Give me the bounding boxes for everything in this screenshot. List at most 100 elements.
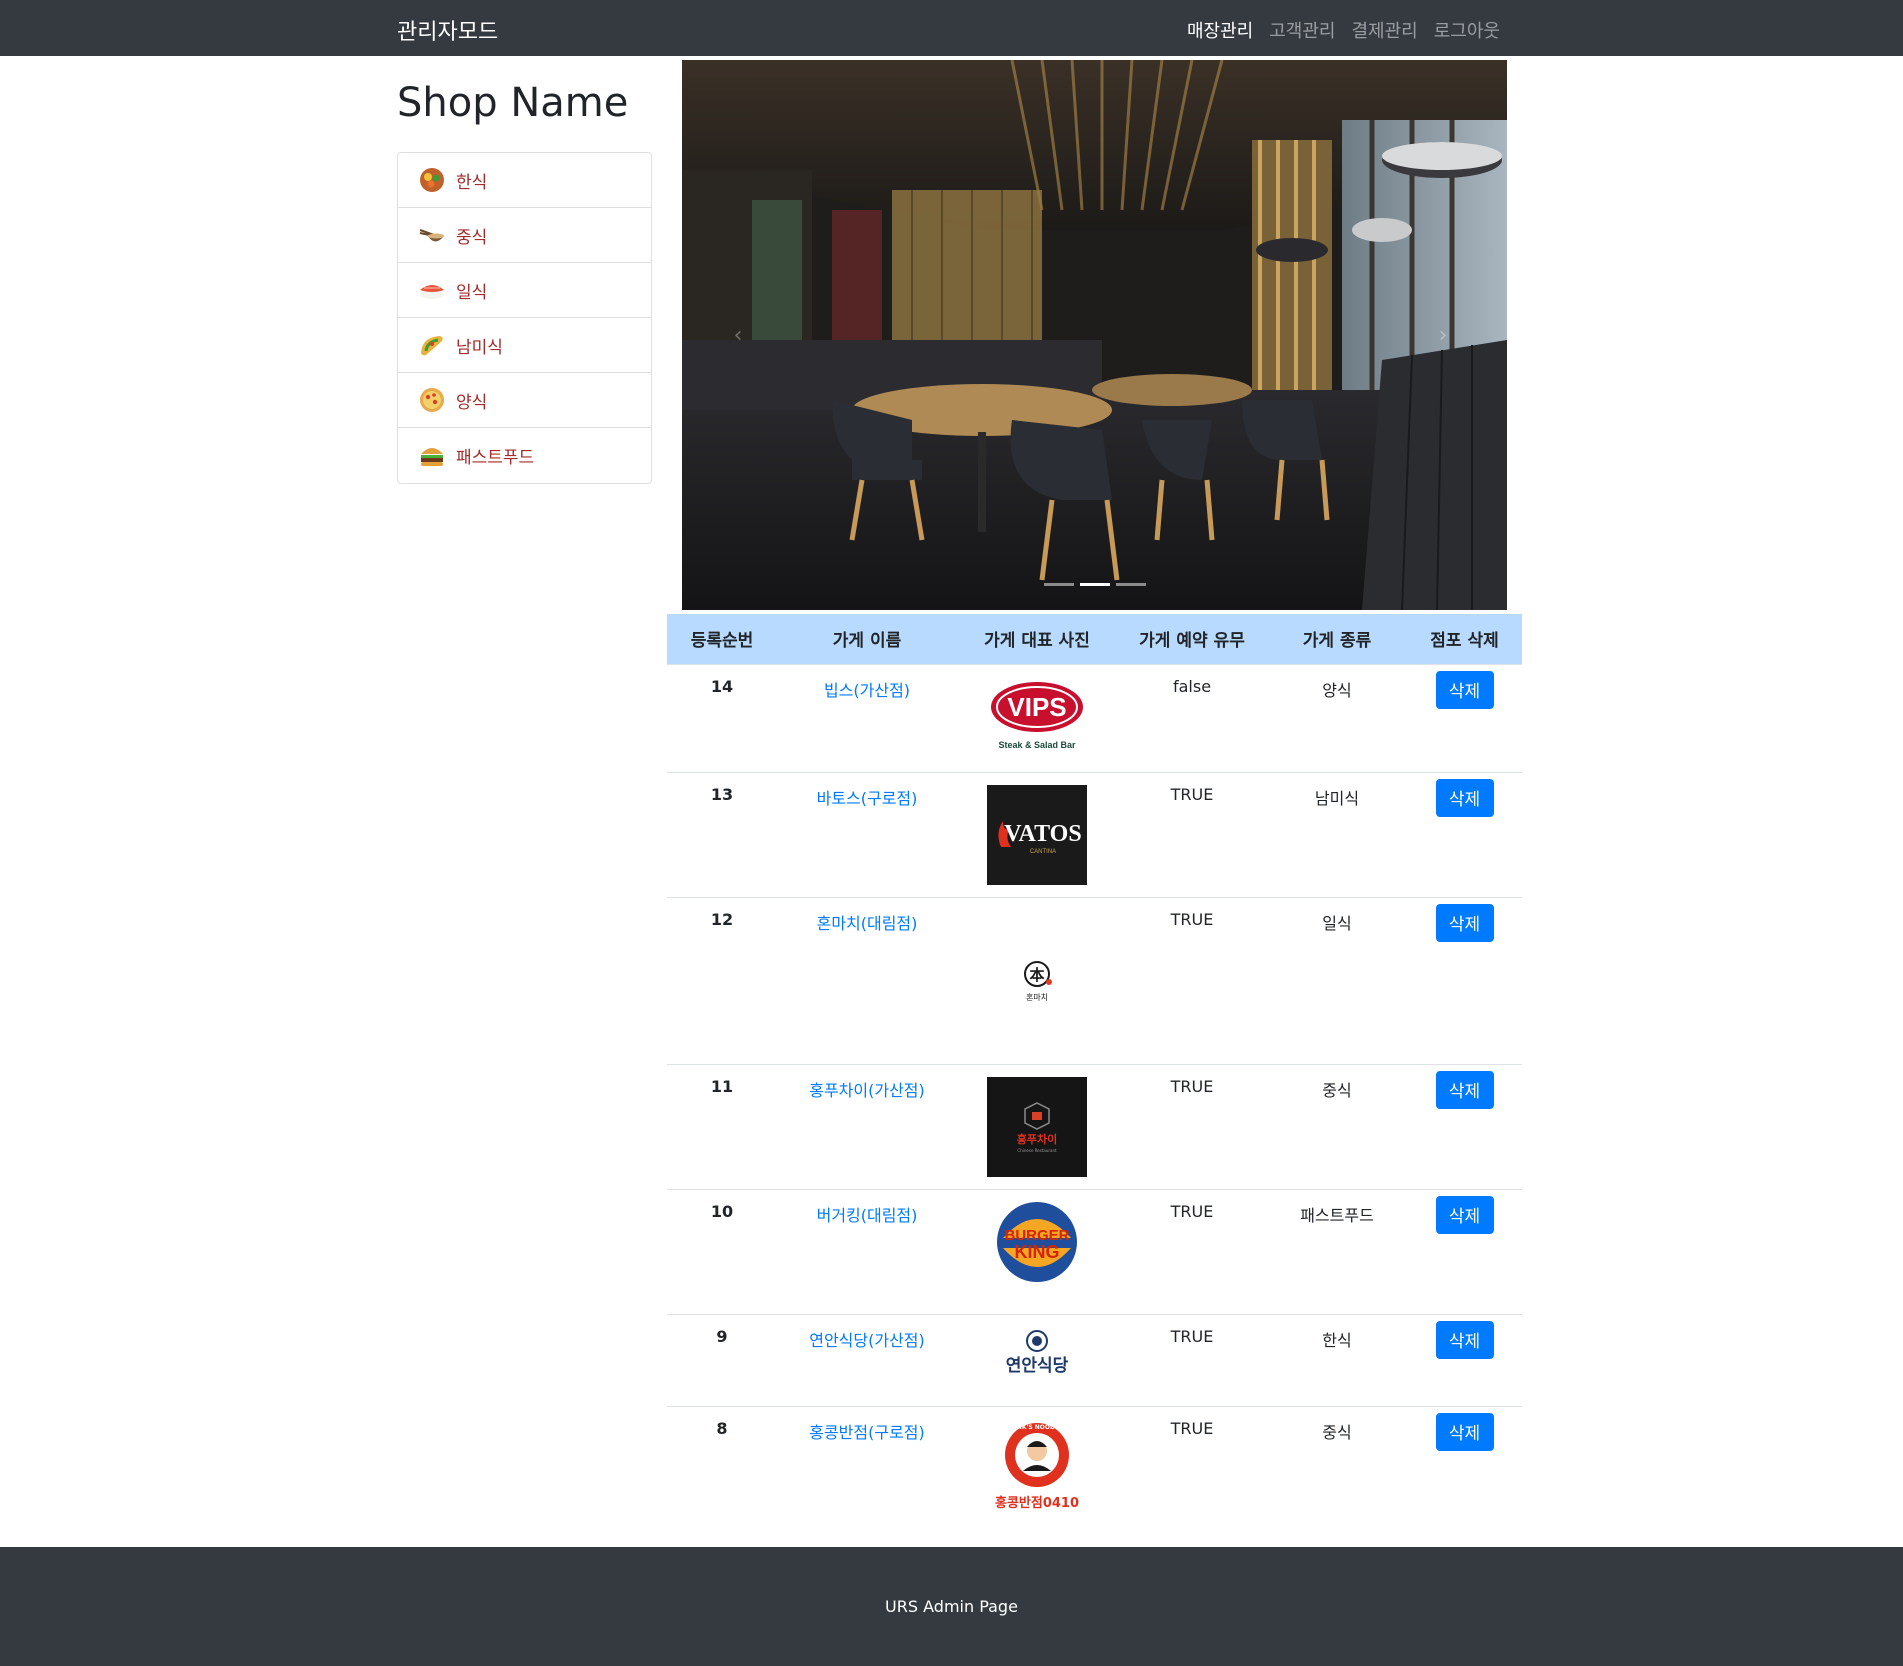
row-number: 13 — [667, 771, 777, 897]
category-item-korean[interactable]: 한식 — [398, 153, 651, 208]
footer-text: URS Admin Page — [885, 1597, 1018, 1616]
category-item-japanese[interactable]: 일식 — [398, 263, 651, 318]
svg-text:연안식당: 연안식당 — [1006, 1356, 1069, 1376]
burger-icon — [418, 442, 446, 470]
row-number: 12 — [667, 896, 777, 1064]
category-label: 중식 — [456, 227, 488, 248]
restaurant-carousel[interactable]: ‹ › — [682, 60, 1507, 610]
svg-text:VIPS: VIPS — [1007, 692, 1066, 722]
nav-link-customer[interactable]: 고객관리 — [1269, 17, 1335, 43]
store-type: 한식 — [1267, 1313, 1407, 1406]
row-number: 11 — [667, 1063, 777, 1189]
reservation-status: TRUE — [1117, 1405, 1267, 1546]
row-number: 10 — [667, 1188, 777, 1314]
yeonan-logo: 연안식당 — [987, 1327, 1087, 1387]
svg-text:혼마치: 혼마치 — [1026, 992, 1048, 1002]
store-name-link[interactable]: 홍푸차이(가산점) — [809, 1081, 925, 1100]
header-reservation: 가게 예약 유무 — [1117, 614, 1267, 664]
svg-text:Chinese Restaurant: Chinese Restaurant — [1017, 1148, 1057, 1153]
store-table-container: 등록순번 가게 이름 가게 대표 사진 가게 예약 유무 가게 종류 점포 삭제… — [667, 614, 1522, 1546]
footer: URS Admin Page — [0, 1547, 1903, 1666]
nav-link-logout[interactable]: 로그아웃 — [1434, 17, 1500, 43]
delete-button[interactable]: 삭제 — [1435, 1195, 1494, 1234]
delete-button[interactable]: 삭제 — [1435, 778, 1494, 817]
store-type: 패스트푸드 — [1267, 1188, 1407, 1314]
restaurant-interior-image — [682, 60, 1507, 610]
sushi-icon — [418, 276, 446, 304]
header-delete: 점포 삭제 — [1407, 614, 1522, 664]
vips-logo: VIPS Steak & Salad Bar — [987, 677, 1087, 757]
store-type: 중식 — [1267, 1063, 1407, 1189]
store-name-link[interactable]: 버거킹(대림점) — [817, 1206, 918, 1225]
reservation-status: TRUE — [1117, 771, 1267, 897]
header-number: 등록순번 — [667, 614, 777, 664]
row-number: 8 — [667, 1405, 777, 1546]
svg-text:KING: KING — [1015, 1242, 1060, 1262]
svg-text:Steak & Salad Bar: Steak & Salad Bar — [998, 740, 1076, 750]
pizza-icon — [418, 386, 446, 414]
honmachi-logo: 本 혼마치 — [987, 910, 1087, 1050]
store-name-link[interactable]: 빕스(가산점) — [824, 681, 910, 700]
store-name-link[interactable]: 혼마치(대림점) — [817, 914, 918, 933]
category-label: 패스트푸드 — [456, 448, 535, 468]
row-number: 14 — [667, 663, 777, 772]
category-item-latin[interactable]: 남미식 — [398, 318, 651, 373]
table-row: 14 빕스(가산점) VIPS Steak & Salad Bar false … — [667, 663, 1522, 772]
header-store-name: 가게 이름 — [777, 614, 957, 664]
hongkong-logo: PAIK'S NOODLE 홍콩반점0410 — [987, 1419, 1087, 1519]
svg-text:VATOS: VATOS — [1004, 821, 1081, 847]
category-label: 남미식 — [456, 337, 503, 358]
store-type: 일식 — [1267, 896, 1407, 1064]
carousel-next-icon[interactable]: › — [1423, 315, 1463, 355]
delete-button[interactable]: 삭제 — [1435, 1070, 1494, 1109]
nav-links: 매장관리 고객관리 결제관리 로그아웃 — [1187, 17, 1500, 43]
hongpuchai-logo: 홍푸차이 Chinese Restaurant — [987, 1076, 1087, 1177]
carousel-indicator[interactable] — [1115, 583, 1146, 586]
nav-link-payment[interactable]: 결제관리 — [1352, 17, 1418, 43]
store-name-link[interactable]: 바토스(구로점) — [817, 789, 918, 808]
table-header-row: 등록순번 가게 이름 가게 대표 사진 가게 예약 유무 가게 종류 점포 삭제 — [667, 614, 1522, 664]
table-row: 8 홍콩반점(구로점) PAIK'S NOODLE 홍콩반점0410 TRUE … — [667, 1405, 1522, 1546]
carousel-indicator-active[interactable] — [1079, 583, 1110, 586]
store-type: 양식 — [1267, 663, 1407, 772]
store-name-link[interactable]: 홍콩반점(구로점) — [809, 1423, 925, 1442]
shop-name-title: Shop Name — [397, 80, 629, 126]
store-table: 등록순번 가게 이름 가게 대표 사진 가게 예약 유무 가게 종류 점포 삭제… — [667, 614, 1522, 1546]
table-row: 12 혼마치(대림점) 本 혼마치 TRUE 일식 삭제 — [667, 896, 1522, 1064]
category-item-chinese[interactable]: 중식 — [398, 208, 651, 263]
category-item-western[interactable]: 양식 — [398, 373, 651, 428]
delete-button[interactable]: 삭제 — [1435, 1320, 1494, 1359]
delete-button[interactable]: 삭제 — [1435, 670, 1494, 709]
category-list: 한식 중식 일식 남미식 양식 패스트푸드 — [397, 152, 652, 484]
carousel-indicators — [682, 583, 1507, 586]
carousel-indicator[interactable] — [1043, 583, 1074, 586]
category-label: 양식 — [456, 392, 488, 413]
taco-icon — [418, 331, 446, 359]
navbar-brand[interactable]: 관리자모드 — [397, 14, 498, 46]
store-name-link[interactable]: 연안식당(가산점) — [809, 1331, 925, 1350]
table-row: 9 연안식당(가산점) 연안식당 TRUE 한식 삭제 — [667, 1313, 1522, 1406]
header-store-photo: 가게 대표 사진 — [957, 614, 1117, 664]
store-type: 남미식 — [1267, 771, 1407, 897]
delete-button[interactable]: 삭제 — [1435, 1412, 1494, 1451]
category-label: 한식 — [456, 172, 488, 193]
reservation-status: TRUE — [1117, 1188, 1267, 1314]
svg-text:홍푸차이: 홍푸차이 — [1017, 1132, 1057, 1146]
table-row: 13 바토스(구로점) VATOS CANTINA TRUE 남미식 삭제 — [667, 771, 1522, 897]
reservation-status: false — [1117, 663, 1267, 772]
category-item-fastfood[interactable]: 패스트푸드 — [398, 428, 651, 483]
svg-text:CANTINA: CANTINA — [1030, 849, 1056, 855]
category-label: 일식 — [456, 282, 488, 303]
svg-text:PAIK'S NOODLE: PAIK'S NOODLE — [1011, 1424, 1063, 1431]
burgerking-logo: BURGER KING — [987, 1201, 1087, 1302]
delete-button[interactable]: 삭제 — [1435, 903, 1494, 942]
nav-link-store[interactable]: 매장관리 — [1187, 17, 1253, 43]
store-type: 중식 — [1267, 1405, 1407, 1546]
reservation-status: TRUE — [1117, 1313, 1267, 1406]
vatos-logo: VATOS CANTINA — [987, 784, 1087, 885]
table-row: 10 버거킹(대림점) BURGER KING TRUE 패스트푸드 삭제 — [667, 1188, 1522, 1314]
top-navbar: 관리자모드 매장관리 고객관리 결제관리 로그아웃 — [0, 0, 1903, 56]
carousel-prev-icon[interactable]: ‹ — [718, 315, 758, 355]
header-store-type: 가게 종류 — [1267, 614, 1407, 664]
bibimbap-icon — [418, 166, 446, 194]
